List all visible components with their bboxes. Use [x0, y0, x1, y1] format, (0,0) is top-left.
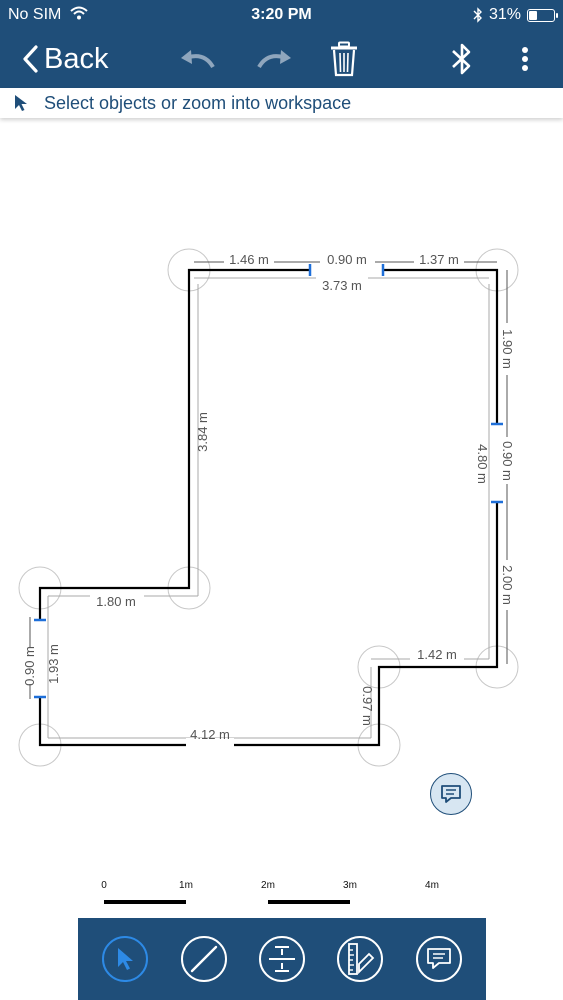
redo-button[interactable]: [254, 30, 300, 88]
dim-right-total: 4.80 m: [475, 444, 490, 484]
dimension-labels: 1.46 m 0.90 m 1.37 m 3.73 m 1.80 m 4.12 …: [22, 252, 515, 754]
dim-left-lower-wall: 1.93 m: [46, 644, 61, 684]
speech-bubble-icon: [441, 785, 461, 803]
chevron-left-icon: [23, 45, 38, 73]
dim-top-right: 1.37 m: [419, 252, 459, 267]
battery-icon: [527, 8, 558, 22]
dim-bottom-wall: 4.12 m: [190, 727, 230, 742]
bottom-toolbar: [78, 918, 486, 1000]
more-button[interactable]: [512, 30, 538, 88]
dimension-guides: [47, 277, 490, 739]
wall-tool-button[interactable]: [180, 936, 227, 982]
hint-bar: Select objects or zoom into workspace: [0, 88, 563, 118]
dim-inner-step: 1.42 m: [417, 647, 457, 662]
scale-label: 1m: [179, 880, 193, 891]
dim-right-lower: 2.00 m: [500, 565, 515, 605]
scale-bar: 0 1m 2m 3m 4m: [0, 880, 563, 910]
status-right: 31%: [473, 6, 558, 24]
scale-label: 3m: [343, 880, 357, 891]
battery-percent: 31%: [488, 6, 521, 23]
pencil-line-icon: [190, 945, 217, 973]
walls[interactable]: [38, 268, 499, 747]
comment-icon: [426, 948, 451, 969]
workspace-canvas[interactable]: 1.46 m 0.90 m 1.37 m 3.73 m 1.80 m 4.12 …: [0, 118, 563, 918]
dim-middle-step: 1.80 m: [96, 594, 136, 609]
pointer-icon: [14, 94, 28, 112]
more-vertical-icon: [522, 47, 528, 71]
nav-bar: Back: [0, 30, 563, 88]
floorplan[interactable]: 1.46 m 0.90 m 1.37 m 3.73 m 1.80 m 4.12 …: [0, 118, 563, 878]
dim-right-opening: 0.90 m: [500, 441, 515, 481]
ruler-tool-button[interactable]: [337, 936, 384, 982]
scale-label: 2m: [261, 880, 275, 891]
dimension-icon: [268, 946, 295, 972]
trash-icon: [331, 41, 357, 77]
wall[interactable]: [38, 502, 499, 747]
opening-markers[interactable]: [34, 264, 503, 699]
dim-top-total: 3.73 m: [322, 278, 362, 293]
scale-label: 4m: [425, 880, 439, 891]
battery-fill: [529, 10, 538, 20]
scale-segment: [104, 900, 186, 904]
outer-dimension-lines: [29, 261, 508, 699]
dim-top-left: 1.46 m: [229, 252, 269, 267]
ruler-icon: [348, 943, 375, 975]
dim-left-opening: 0.90 m: [22, 646, 37, 686]
scale-segment: [268, 900, 350, 904]
bluetooth-small-icon: [473, 7, 482, 23]
dim-right-upper: 1.90 m: [500, 329, 515, 369]
wall[interactable]: [38, 268, 310, 620]
bluetooth-icon: [452, 43, 471, 75]
delete-button[interactable]: [326, 30, 362, 88]
dim-left-upper-wall: 3.84 m: [195, 412, 210, 452]
undo-icon: [181, 50, 215, 69]
note-tool-button[interactable]: [415, 936, 462, 982]
bluetooth-button[interactable]: [446, 30, 478, 88]
redo-icon: [257, 50, 291, 69]
dim-top-opening: 0.90 m: [327, 252, 367, 267]
hint-text: Select objects or zoom into workspace: [44, 92, 352, 113]
measure-tool-button[interactable]: [258, 936, 305, 982]
cursor-icon: [118, 948, 134, 970]
scale-label: 0: [101, 880, 107, 891]
add-note-button[interactable]: [430, 773, 472, 815]
status-bar: No SIM 3:20 PM 31%: [0, 0, 563, 30]
wall[interactable]: [383, 268, 499, 424]
undo-button[interactable]: [172, 30, 218, 88]
dim-inner-vertical: 0.97 m: [360, 686, 375, 726]
back-label: Back: [44, 42, 109, 75]
select-tool-button[interactable]: [102, 936, 149, 982]
corner-handles[interactable]: [18, 248, 519, 767]
back-button[interactable]: Back: [22, 30, 108, 88]
